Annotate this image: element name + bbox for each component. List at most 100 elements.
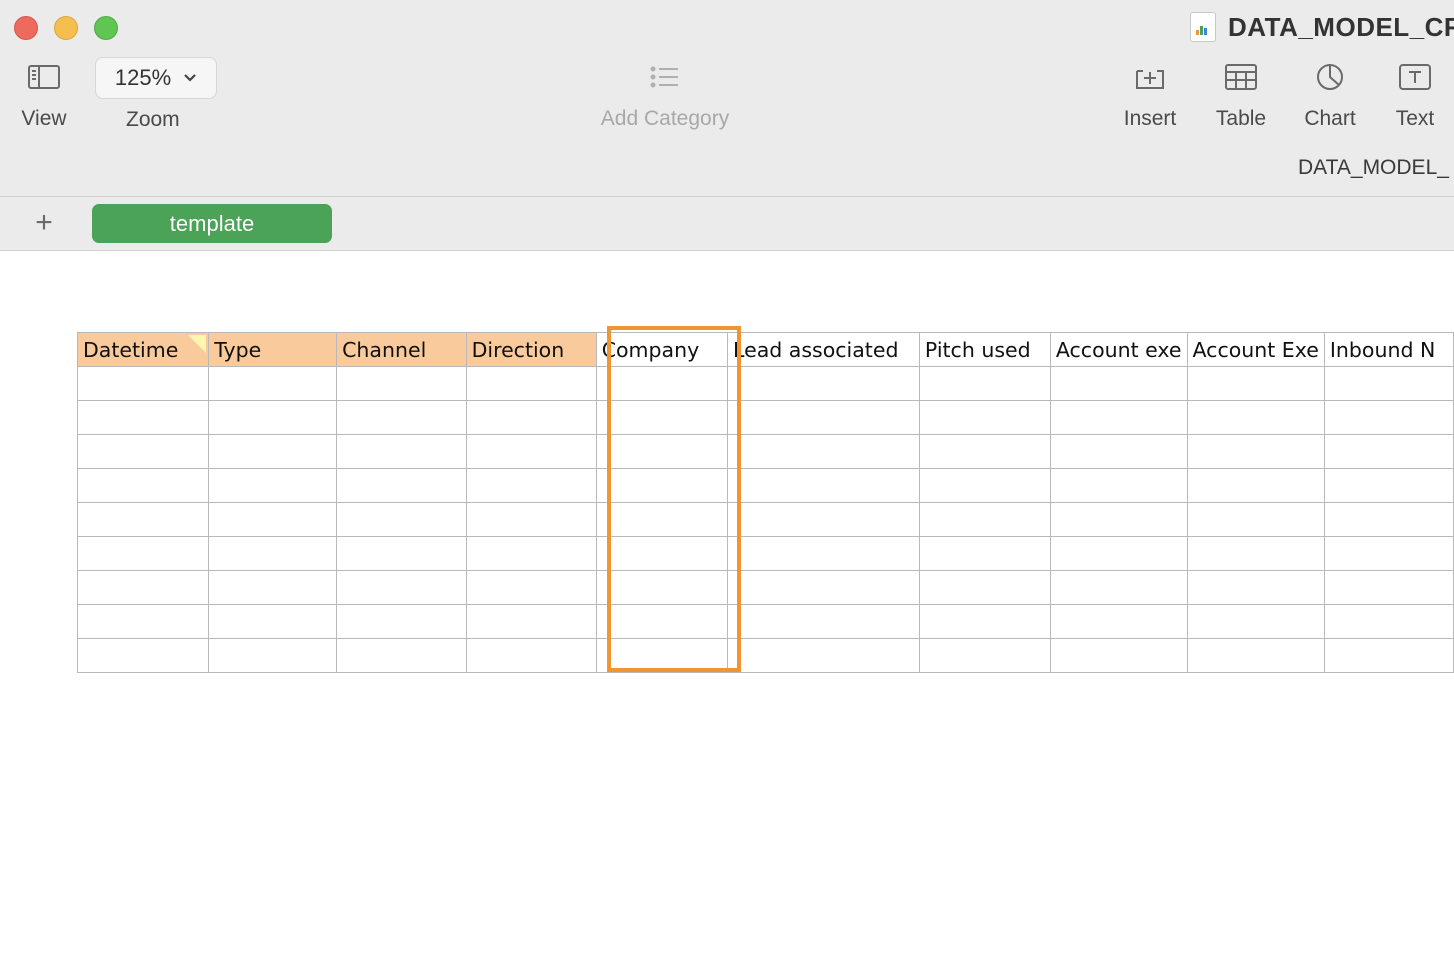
table-cell[interactable] — [1186, 604, 1325, 639]
table-cell[interactable] — [336, 400, 467, 435]
table-cell[interactable] — [727, 536, 920, 571]
table-cell[interactable] — [1049, 570, 1188, 605]
header-cell[interactable]: Channel — [336, 332, 467, 367]
table-cell[interactable] — [465, 434, 597, 469]
table-cell[interactable] — [727, 400, 920, 435]
table-cell[interactable] — [76, 570, 210, 605]
table-cell[interactable] — [595, 638, 729, 673]
table-cell[interactable] — [208, 434, 338, 469]
table-cell[interactable] — [595, 434, 729, 469]
table-cell[interactable] — [1186, 366, 1325, 401]
table-cell[interactable] — [1323, 502, 1454, 537]
table-cell[interactable] — [918, 502, 1051, 537]
table-cell[interactable] — [1323, 638, 1454, 673]
add-category-button[interactable]: Add Category — [590, 57, 740, 131]
table-cell[interactable] — [595, 536, 729, 571]
table-cell[interactable] — [336, 570, 467, 605]
table-cell[interactable] — [76, 468, 210, 503]
table-cell[interactable] — [208, 502, 338, 537]
table-cell[interactable] — [76, 434, 210, 469]
header-cell[interactable]: Type — [208, 332, 338, 367]
table-cell[interactable] — [336, 536, 467, 571]
header-cell[interactable]: Inbound N — [1323, 332, 1454, 367]
zoom-select[interactable]: 125% — [95, 57, 217, 99]
header-cell[interactable]: Pitch used — [918, 332, 1051, 367]
table-cell[interactable] — [1186, 400, 1325, 435]
table-cell[interactable] — [1323, 434, 1454, 469]
table-cell[interactable] — [465, 536, 597, 571]
table-cell[interactable] — [918, 638, 1051, 673]
table-cell[interactable] — [727, 468, 920, 503]
table-cell[interactable] — [1186, 536, 1325, 571]
table-cell[interactable] — [727, 604, 920, 639]
table-cell[interactable] — [336, 502, 467, 537]
table-cell[interactable] — [76, 536, 210, 571]
table-cell[interactable] — [76, 400, 210, 435]
table-cell[interactable] — [1186, 468, 1325, 503]
table-cell[interactable] — [76, 604, 210, 639]
insert-button[interactable]: Insert — [1116, 57, 1184, 131]
close-window-button[interactable] — [14, 16, 38, 40]
view-button[interactable]: View — [20, 57, 68, 131]
table-cell[interactable] — [595, 366, 729, 401]
table-cell[interactable] — [1323, 400, 1454, 435]
table-cell[interactable] — [1186, 502, 1325, 537]
table-cell[interactable] — [336, 638, 467, 673]
table-cell[interactable] — [76, 638, 210, 673]
table-cell[interactable] — [465, 604, 597, 639]
table-cell[interactable] — [1049, 400, 1188, 435]
table-cell[interactable] — [208, 638, 338, 673]
table-cell[interactable] — [1049, 366, 1188, 401]
header-cell[interactable]: Direction — [465, 332, 597, 367]
text-button[interactable]: Text — [1390, 57, 1440, 131]
table-cell[interactable] — [1049, 502, 1188, 537]
table-cell[interactable] — [918, 434, 1051, 469]
table-cell[interactable] — [208, 400, 338, 435]
table-cell[interactable] — [76, 366, 210, 401]
table-cell[interactable] — [465, 400, 597, 435]
table-cell[interactable] — [465, 570, 597, 605]
table-cell[interactable] — [336, 434, 467, 469]
table-cell[interactable] — [727, 502, 920, 537]
table-cell[interactable] — [208, 468, 338, 503]
table-cell[interactable] — [918, 570, 1051, 605]
table-cell[interactable] — [336, 604, 467, 639]
table-cell[interactable] — [1323, 536, 1454, 571]
header-cell[interactable]: Account exe — [1049, 332, 1188, 367]
table-cell[interactable] — [465, 366, 597, 401]
table-cell[interactable] — [918, 468, 1051, 503]
table-cell[interactable] — [1049, 468, 1188, 503]
table-cell[interactable] — [1186, 570, 1325, 605]
table-cell[interactable] — [76, 502, 210, 537]
chart-button[interactable]: Chart — [1298, 57, 1362, 131]
table-cell[interactable] — [465, 468, 597, 503]
header-cell[interactable]: Lead associated — [727, 332, 920, 367]
table-cell[interactable] — [918, 604, 1051, 639]
table-cell[interactable] — [336, 366, 467, 401]
table-cell[interactable] — [727, 366, 920, 401]
fullscreen-window-button[interactable] — [94, 16, 118, 40]
header-cell[interactable]: Datetime — [76, 332, 210, 367]
table-cell[interactable] — [595, 502, 729, 537]
table-cell[interactable] — [1323, 604, 1454, 639]
table-cell[interactable] — [595, 604, 729, 639]
table-button[interactable]: Table — [1210, 57, 1272, 131]
table-cell[interactable] — [918, 366, 1051, 401]
table-cell[interactable] — [208, 604, 338, 639]
table-cell[interactable] — [918, 400, 1051, 435]
table-cell[interactable] — [208, 366, 338, 401]
table-cell[interactable] — [1049, 434, 1188, 469]
table-cell[interactable] — [465, 502, 597, 537]
sheet-tab-template[interactable]: template — [92, 204, 332, 243]
table-cell[interactable] — [1323, 468, 1454, 503]
header-cell[interactable]: Company — [595, 332, 729, 367]
table-cell[interactable] — [918, 536, 1051, 571]
table-cell[interactable] — [465, 638, 597, 673]
table-cell[interactable] — [1323, 570, 1454, 605]
table-cell[interactable] — [1049, 536, 1188, 571]
table-cell[interactable] — [1323, 366, 1454, 401]
table-cell[interactable] — [1049, 604, 1188, 639]
add-sheet-button[interactable]: + — [28, 206, 60, 239]
minimize-window-button[interactable] — [54, 16, 78, 40]
table-cell[interactable] — [727, 638, 920, 673]
